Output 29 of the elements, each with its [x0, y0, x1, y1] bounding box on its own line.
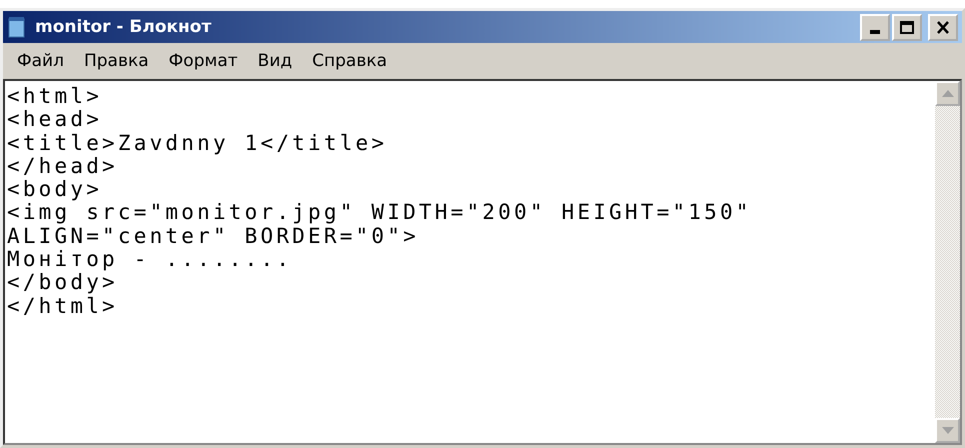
up-arrow-icon — [942, 90, 954, 97]
maximize-icon — [900, 20, 914, 34]
close-icon — [936, 20, 950, 34]
code-line: </body> — [7, 271, 119, 295]
minimize-button[interactable] — [860, 14, 890, 40]
menu-item[interactable]: Правка — [84, 51, 149, 71]
notepad-icon — [7, 16, 27, 38]
code-line: ALIGN="center" BORDER="0"> — [7, 224, 420, 248]
menu-item[interactable]: Файл — [17, 51, 64, 71]
minimize-icon — [870, 30, 880, 34]
vertical-scrollbar[interactable] — [935, 81, 960, 443]
code-line: Монітор - ........ — [7, 248, 294, 272]
scroll-up-button[interactable] — [935, 81, 960, 106]
scroll-down-button[interactable] — [935, 418, 960, 443]
down-arrow-icon — [942, 427, 954, 434]
code-line: <head> — [7, 108, 104, 132]
text-area[interactable]: <html> <head> <title>Zavdnny 1</title> </head> <body> <img src="monitor.jpg" WIDTH="200" HEIGHT="150" ALIGN="center" BORDER="0"> Монітор - ........ </body> </html> — [3, 79, 962, 445]
code-line: <img src="monitor.jpg" WIDTH="200" HEIGHT="150" — [7, 201, 753, 225]
menu-item[interactable]: Вид — [258, 51, 292, 71]
code-line: <title>Zavdnny 1</title> — [7, 132, 388, 155]
close-button[interactable] — [928, 14, 958, 40]
menu-item[interactable]: Формат — [168, 51, 238, 71]
code-line: </html> — [7, 294, 119, 318]
window-title: monitor - Блокнот — [35, 17, 212, 37]
code-line: </head> — [7, 154, 118, 178]
code-line: <body> — [7, 178, 104, 202]
menu-item[interactable]: Справка — [312, 51, 388, 71]
code-line: <html> — [7, 85, 104, 108]
maximize-button[interactable] — [892, 14, 922, 40]
